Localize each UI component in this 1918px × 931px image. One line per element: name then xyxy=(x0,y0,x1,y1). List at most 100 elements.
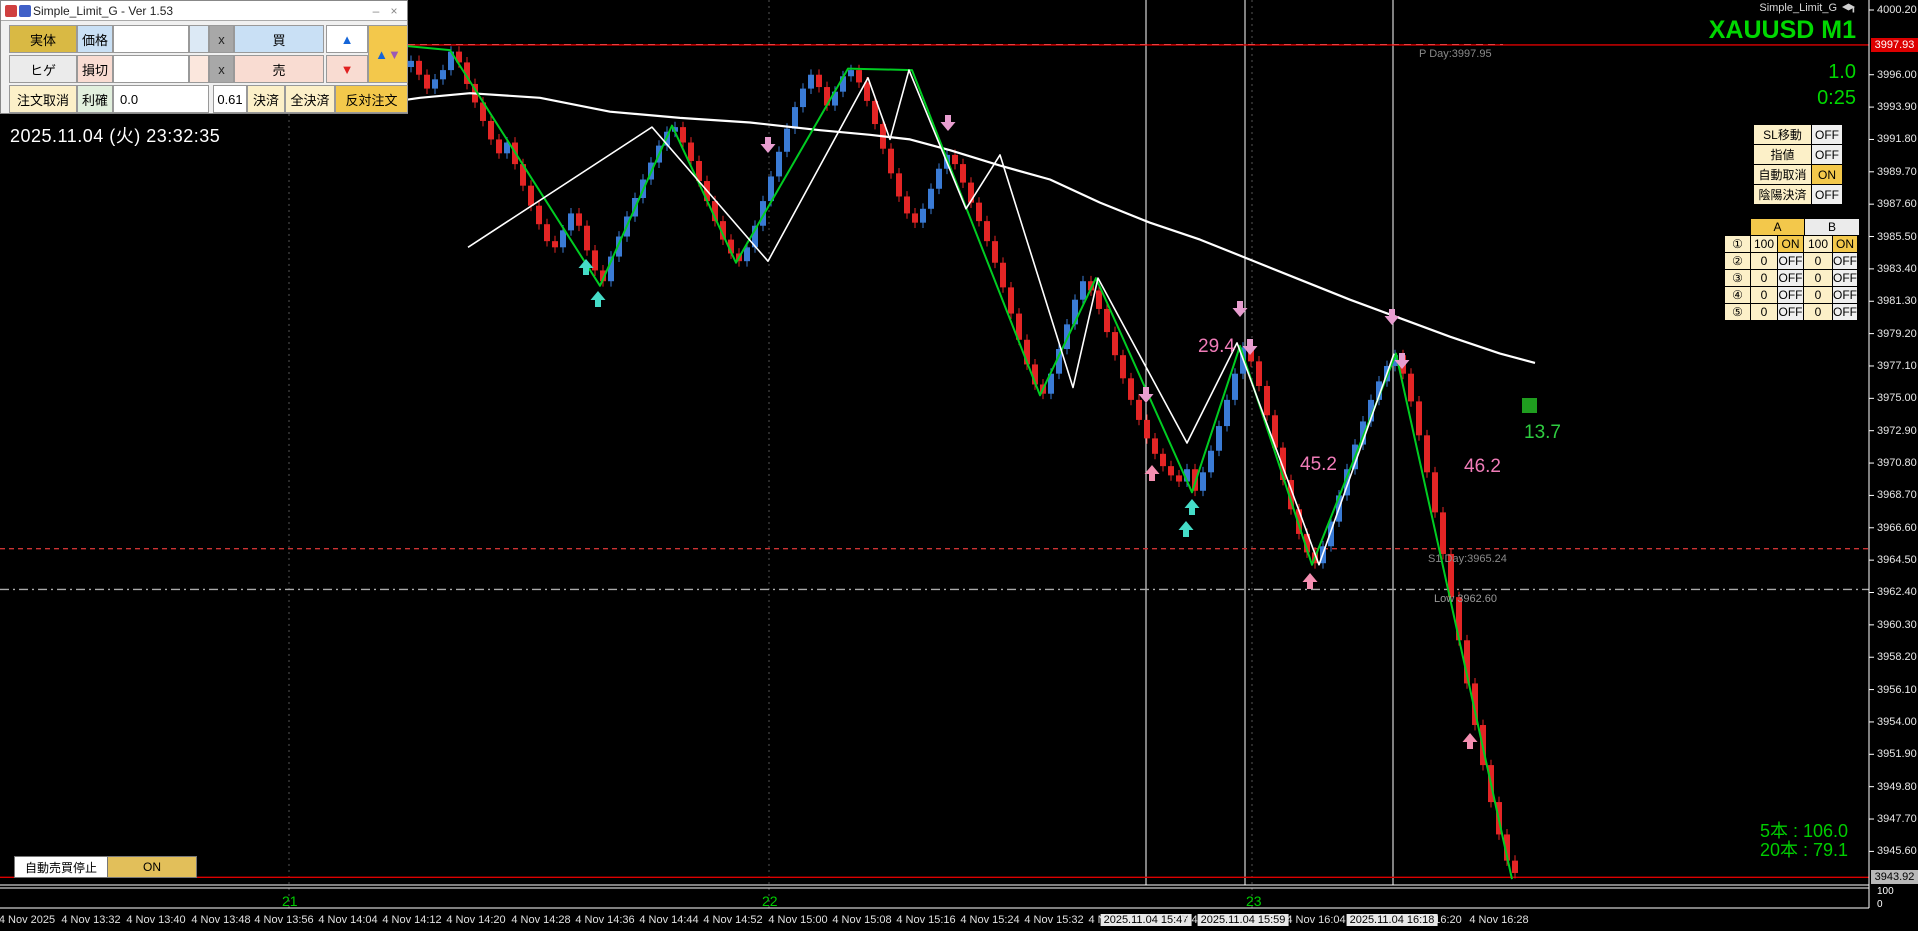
toggle-label: 陰陽決済 xyxy=(1753,185,1811,205)
symbol-timeframe: XAUUSD M1 xyxy=(1709,16,1856,45)
matrix-b-state-button[interactable]: OFF xyxy=(1832,269,1858,287)
indicator-name-row: Simple_Limit_G xyxy=(1709,2,1856,14)
matrix-header-row: AB xyxy=(1725,219,1860,236)
matrix-b-lot-value[interactable]: 100 xyxy=(1803,235,1833,253)
takeprofit-label: 利確 xyxy=(77,85,113,113)
matrix-a-lot-value[interactable]: 0 xyxy=(1750,269,1778,287)
toggle-state-button[interactable]: OFF xyxy=(1811,185,1843,205)
auto-stop-state-button[interactable]: ON xyxy=(108,856,197,878)
matrix-b-lot-value[interactable]: 0 xyxy=(1803,286,1833,304)
matrix-a-state-button[interactable]: OFF xyxy=(1777,286,1804,304)
auto-stop-button[interactable]: 自動売買停止 xyxy=(14,856,108,878)
takeprofit-input-cell[interactable] xyxy=(113,85,209,113)
toggle-state-button[interactable]: OFF xyxy=(1811,145,1843,165)
matrix-b-lot-value[interactable]: 0 xyxy=(1803,303,1833,321)
matrix-a-lot-value[interactable]: 0 xyxy=(1750,303,1778,321)
toggle-state-button[interactable]: OFF xyxy=(1811,125,1843,145)
matrix-a-state-button[interactable]: OFF xyxy=(1777,269,1804,287)
matrix-a-state-button[interactable]: OFF xyxy=(1777,303,1804,321)
clear-price-button[interactable]: x xyxy=(209,25,234,53)
day-separator-label: 21 xyxy=(282,893,298,909)
matrix-column-b-header[interactable]: B xyxy=(1804,218,1860,236)
matrix-b-state-button[interactable]: OFF xyxy=(1832,303,1858,321)
reverse-order-button[interactable]: 反対注文 xyxy=(335,85,408,113)
cancel-order-button[interactable]: 注文取消 xyxy=(9,85,77,113)
price-tick-label: 3991.80 xyxy=(1877,133,1917,145)
time-axis-label: 16:20 xyxy=(1434,914,1462,926)
updown-order-button[interactable]: ▲▼ xyxy=(368,25,408,83)
time-axis-label: 4 Nov 13:40 xyxy=(126,914,185,926)
price-tick-label: 3966.60 xyxy=(1877,522,1917,534)
time-axis-label: 4 Nov 15:00 xyxy=(768,914,827,926)
time-axis-label: 4 Nov 14:36 xyxy=(575,914,634,926)
chart-annotation: 29.4 xyxy=(1198,336,1235,357)
matrix-row: ③0OFF0OFF xyxy=(1725,270,1860,287)
stoploss-input[interactable] xyxy=(118,61,188,78)
chart-annotation: 45.2 xyxy=(1300,454,1337,475)
matrix-b-state-button[interactable]: OFF xyxy=(1832,252,1858,270)
matrix-b-lot-value[interactable]: 0 xyxy=(1803,269,1833,287)
price-tick-label: 3979.20 xyxy=(1877,328,1917,340)
price-axis[interactable]: 3997.93 3943.92 100 0 4000.203996.003993… xyxy=(1869,0,1918,931)
matrix-a-lot-value[interactable]: 0 xyxy=(1750,286,1778,304)
auto-trading-stop-control: 自動売買停止 ON xyxy=(14,856,197,878)
matrix-row: ①100ON100ON xyxy=(1725,236,1860,253)
price-tick-label: 3958.20 xyxy=(1877,651,1917,663)
stoploss-input-cell[interactable] xyxy=(113,55,189,83)
body-mode-button[interactable]: 実体 xyxy=(9,25,77,53)
clear-stoploss-button[interactable]: x xyxy=(209,55,234,83)
range-stats: 5本 : 106.0 20本 : 79.1 xyxy=(1760,822,1848,860)
close-all-button[interactable]: 全決済 xyxy=(285,85,335,113)
indicator-icon xyxy=(1841,2,1856,14)
candlestick-chart[interactable]: 29.445.246.213.7P Day:3997.95S1 Day:3965… xyxy=(0,0,1918,931)
close-position-button[interactable]: 決済 xyxy=(247,85,285,113)
price-input[interactable] xyxy=(118,31,188,48)
matrix-a-lot-value[interactable]: 100 xyxy=(1750,235,1778,253)
buy-arrow-button[interactable]: ▲ xyxy=(326,25,368,53)
chart-annotation: 13.7 xyxy=(1524,422,1561,443)
matrix-row: ②0OFF0OFF xyxy=(1725,253,1860,270)
toggle-row: 陰陽決済OFF xyxy=(1753,185,1843,205)
time-axis-highlight-label: 2025.11.04 15:59 xyxy=(1198,914,1289,926)
subwindow-scale-top: 100 xyxy=(1877,886,1894,897)
price-tick-label: 3975.00 xyxy=(1877,392,1917,404)
matrix-column-a-header[interactable]: A xyxy=(1750,218,1805,236)
matrix-a-state-button[interactable]: OFF xyxy=(1777,252,1804,270)
price-tick-label: 3972.90 xyxy=(1877,425,1917,437)
price-tick-label: 3954.00 xyxy=(1877,716,1917,728)
trade-panel-titlebar[interactable]: Simple_Limit_G - Ver 1.53 – × xyxy=(1,1,407,21)
matrix-a-state-button[interactable]: ON xyxy=(1777,235,1804,253)
up-triangle-icon: ▲ xyxy=(341,32,354,47)
buy-button[interactable]: 買 xyxy=(234,25,324,53)
indicator-name: Simple_Limit_G xyxy=(1759,2,1837,14)
sell-arrow-button[interactable]: ▼ xyxy=(326,55,368,83)
day-separator-label: 22 xyxy=(762,893,778,909)
wick-mode-button[interactable]: ヒゲ xyxy=(9,55,77,83)
price-input-cell[interactable] xyxy=(113,25,189,53)
toggle-state-button[interactable]: ON xyxy=(1811,165,1843,185)
matrix-row-number: ③ xyxy=(1724,269,1751,287)
matrix-b-state-button[interactable]: ON xyxy=(1832,235,1858,253)
bid-price-badge: 3943.92 xyxy=(1871,870,1918,884)
close-icon[interactable]: × xyxy=(385,4,403,18)
price-tick-label: 3989.70 xyxy=(1877,166,1917,178)
time-axis-highlight-label: 2025.11.04 15:47 xyxy=(1101,914,1192,926)
sell-button[interactable]: 売 xyxy=(234,55,324,83)
toggle-label: SL移動 xyxy=(1753,125,1811,145)
time-axis-label: 4 Nov 14:04 xyxy=(318,914,377,926)
chart-canvas: 29.445.246.213.7P Day:3997.95S1 Day:3965… xyxy=(0,0,1918,931)
matrix-b-state-button[interactable]: OFF xyxy=(1832,286,1858,304)
toggle-row: SL移動OFF xyxy=(1753,125,1843,145)
minimize-icon[interactable]: – xyxy=(367,4,385,18)
time-axis-label: 4 Nov 16:04 xyxy=(1286,914,1345,926)
matrix-b-lot-value[interactable]: 0 xyxy=(1803,252,1833,270)
chart-clock: 2025.11.04 (火) 23:32:35 xyxy=(10,122,220,148)
toggle-label: 指値 xyxy=(1753,145,1811,165)
takeprofit-input[interactable] xyxy=(118,91,208,108)
matrix-row: ④0OFF0OFF xyxy=(1725,287,1860,304)
time-axis-label: 4 Nov 2025 xyxy=(0,914,55,926)
time-axis[interactable]: 4 Nov 20254 Nov 13:324 Nov 13:404 Nov 13… xyxy=(0,912,1918,931)
matrix-a-lot-value[interactable]: 0 xyxy=(1750,252,1778,270)
chart-corner-info: Simple_Limit_G XAUUSD M1 1.0 0:25 xyxy=(1709,2,1856,110)
time-axis-label: 4 Nov 15:24 xyxy=(960,914,1019,926)
